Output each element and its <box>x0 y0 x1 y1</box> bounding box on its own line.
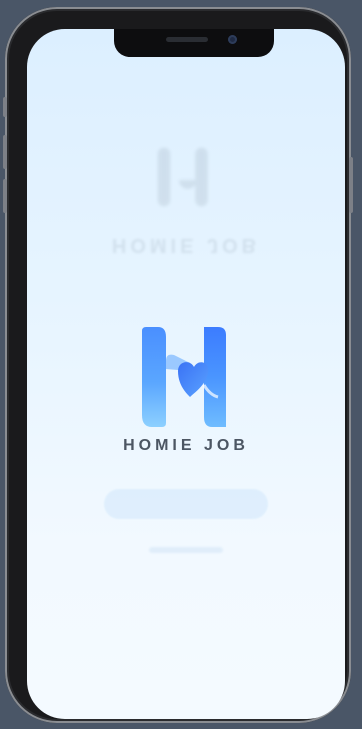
splash-screen: HOMIE JOB HOMIE JOB <box>27 29 345 719</box>
app-title: HOMIE JOB <box>123 437 249 454</box>
speaker-grille <box>166 37 208 42</box>
faded-button-shape <box>104 489 268 519</box>
phone-frame: HOMIE JOB HOMIE JOB <box>3 7 353 723</box>
faded-app-title: HOMIE JOB <box>111 234 261 256</box>
faded-text-line <box>149 547 223 553</box>
notch <box>114 29 274 57</box>
power-button <box>349 157 353 213</box>
homie-job-logo-icon <box>142 327 226 427</box>
volume-down-button <box>3 179 7 213</box>
faded-logo-icon <box>157 147 208 207</box>
mute-switch <box>3 97 7 117</box>
camera-icon <box>228 35 237 44</box>
volume-up-button <box>3 135 7 169</box>
